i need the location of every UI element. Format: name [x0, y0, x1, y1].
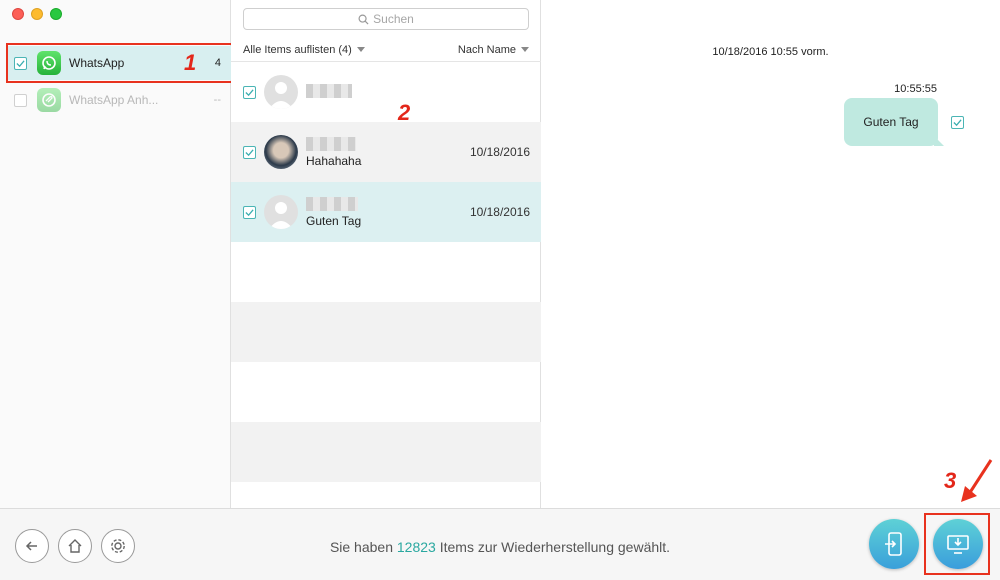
empty-row: [231, 482, 541, 508]
sort-dropdown[interactable]: Nach Name: [458, 44, 529, 56]
contact-name-redacted: [306, 196, 358, 211]
search-icon: [358, 14, 369, 25]
conversation-list: Hahahaha 10/18/2016 Guten Tag 10/18/2016: [231, 62, 541, 508]
whatsapp-attachments-icon: [37, 88, 61, 112]
list-item[interactable]: [231, 62, 541, 122]
row-checkbox[interactable]: [243, 145, 256, 159]
zoom-window-button[interactable]: [50, 8, 62, 20]
contact-name-redacted: [306, 83, 352, 98]
avatar: [264, 135, 298, 169]
empty-row: [231, 362, 541, 422]
message-checkbox[interactable]: [951, 116, 964, 129]
annotation-box-1: [6, 43, 234, 83]
message-date: 10/18/2016: [469, 145, 530, 159]
list-header: Alle Items auflisten (4) Nach Name: [231, 38, 541, 62]
avatar: [264, 75, 298, 109]
message-time: 10:55:55: [894, 83, 937, 95]
sidebar-item-whatsapp-attachments[interactable]: WhatsApp Anh... --: [8, 83, 231, 117]
status-suffix: Items zur Wiederherstellung gewählt.: [435, 539, 671, 555]
list-item[interactable]: Guten Tag 10/18/2016: [231, 182, 541, 242]
chevron-down-icon: [521, 47, 529, 53]
bottom-toolbar: Sie haben 12823 Items zur Wiederherstell…: [0, 508, 1000, 580]
search-placeholder: Suchen: [373, 12, 414, 26]
checkmark-icon: [953, 119, 962, 127]
contact-name-redacted: [306, 136, 356, 151]
checkmark-icon: [245, 208, 254, 216]
empty-row: [231, 242, 541, 302]
message-bubble: Guten Tag: [844, 98, 944, 146]
annotation-box-3: [924, 513, 990, 575]
message-date: 10/18/2016: [469, 205, 530, 219]
annotation-step-2: 2: [398, 100, 411, 125]
annotation-arrow-icon: [961, 459, 993, 502]
recover-to-device-button[interactable]: [869, 519, 919, 569]
phone-transfer-icon: [885, 532, 902, 556]
attachments-checkbox[interactable]: [14, 93, 27, 107]
message-text: Guten Tag: [863, 115, 919, 129]
status-count: 12823: [396, 539, 436, 555]
status-prefix: Sie haben: [329, 539, 397, 555]
checkmark-icon: [245, 88, 254, 96]
close-window-button[interactable]: [12, 8, 24, 20]
chat-date-header: 10/18/2016 10:55 vorm.: [712, 46, 829, 58]
person-icon: [269, 202, 293, 229]
person-icon: [269, 82, 293, 109]
empty-row: [231, 422, 541, 482]
selection-status: Sie haben 12823 Items zur Wiederherstell…: [0, 539, 1000, 555]
last-message: Guten Tag: [306, 213, 362, 228]
empty-row: [231, 302, 541, 362]
conversation-list-pane: Suchen Alle Items auflisten (4) Nach Nam…: [231, 0, 541, 508]
sidebar-item-count: --: [213, 94, 221, 106]
minimize-window-button[interactable]: [31, 8, 43, 20]
message-detail-pane: 10/18/2016 10:55 vorm. 10:55:55 Guten Ta…: [541, 0, 1000, 508]
row-checkbox[interactable]: [243, 85, 256, 99]
annotation-step-1: 1: [184, 50, 197, 75]
filter-label: Alle Items auflisten (4): [243, 43, 352, 56]
sort-label: Nach Name: [457, 43, 516, 56]
chevron-down-icon: [356, 47, 365, 53]
last-message: Hahahaha: [306, 153, 362, 168]
search-input[interactable]: Suchen: [243, 8, 529, 30]
sidebar-item-label: WhatsApp Anh...: [69, 93, 159, 107]
avatar: [264, 195, 298, 229]
row-checkbox[interactable]: [243, 205, 256, 219]
list-item[interactable]: Hahahaha 10/18/2016: [231, 122, 541, 182]
filter-dropdown[interactable]: Alle Items auflisten (4): [243, 44, 365, 56]
checkmark-icon: [245, 148, 254, 156]
window-controls: [12, 8, 62, 20]
